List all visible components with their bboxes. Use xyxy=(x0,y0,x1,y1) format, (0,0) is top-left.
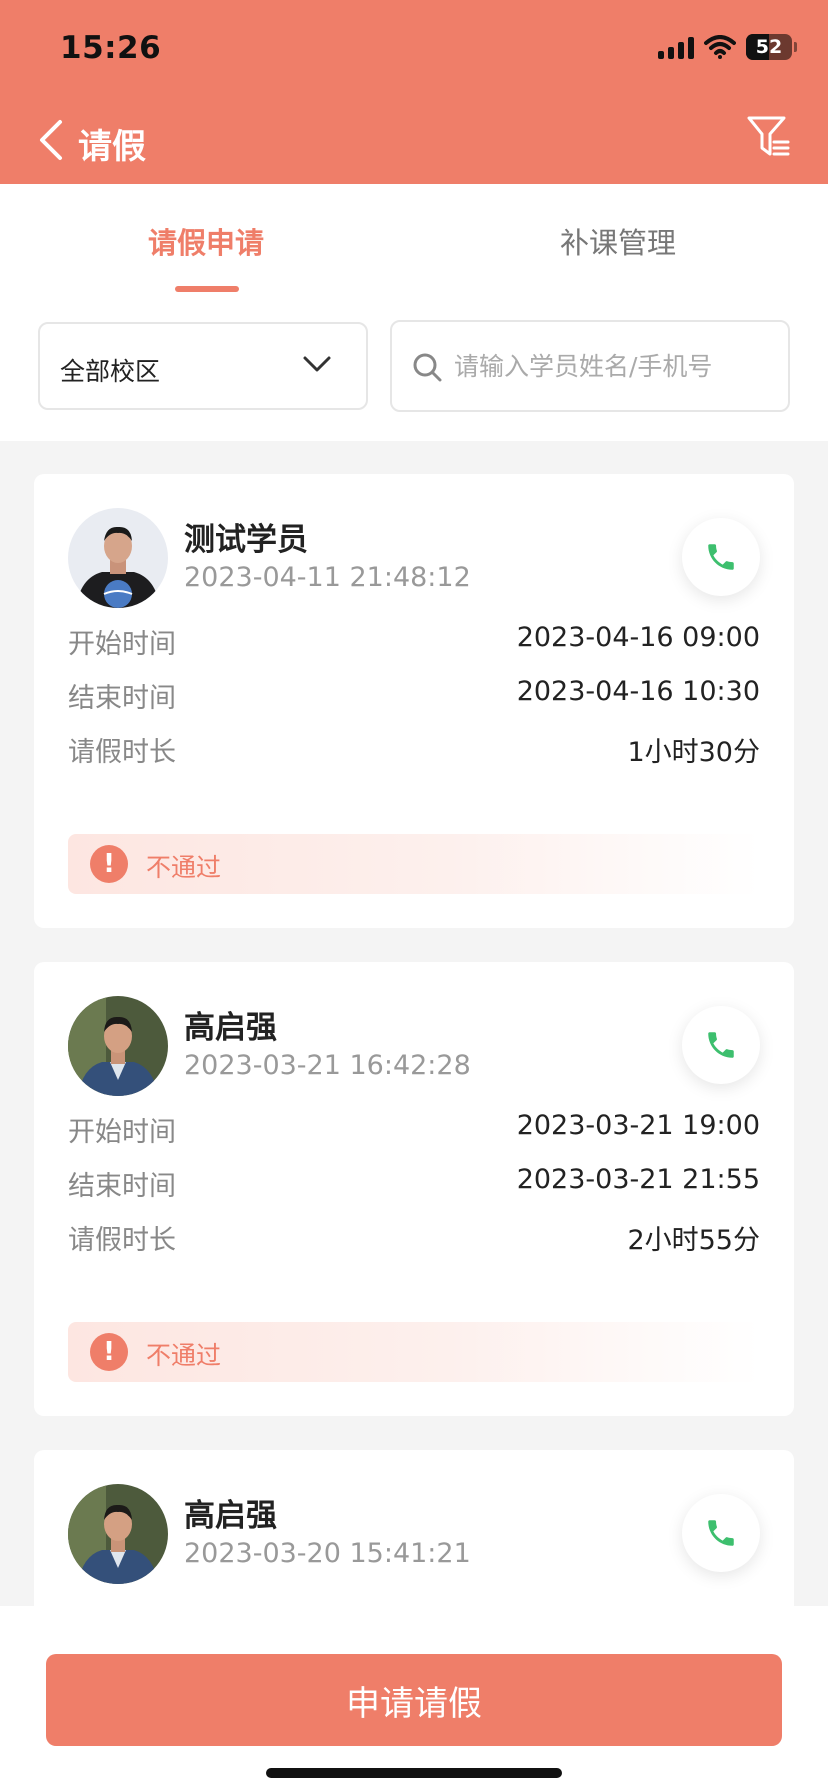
tab-leave-application[interactable]: 请假申请 xyxy=(148,220,264,262)
start-time-value: 2023-04-16 09:00 xyxy=(516,622,760,653)
filter-row: 全部校区 xyxy=(0,294,828,441)
phone-icon xyxy=(708,544,734,570)
page-title: 请假 xyxy=(78,127,146,167)
call-button[interactable] xyxy=(682,1006,760,1084)
end-time-row: 结束时间 2023-04-16 10:30 xyxy=(68,676,760,716)
tab-makeup-management[interactable]: 补课管理 xyxy=(560,220,676,262)
status-time: 15:26 xyxy=(60,30,162,66)
header: 15:26 52 请假 xyxy=(0,0,828,184)
battery-level: 52 xyxy=(755,36,783,58)
exclamation-icon: ! xyxy=(90,1333,128,1371)
call-button[interactable] xyxy=(682,1494,760,1572)
duration-value: 1小时30分 xyxy=(627,737,760,768)
apply-leave-button[interactable]: 申请请假 xyxy=(46,1654,782,1746)
home-indicator xyxy=(266,1768,562,1778)
search-icon xyxy=(413,353,442,382)
start-time-row: 开始时间 2023-03-21 19:00 xyxy=(68,1110,760,1150)
duration-label: 请假时长 xyxy=(68,737,176,768)
status-badge: ! 不通过 xyxy=(68,1322,760,1382)
end-time-label: 结束时间 xyxy=(68,1171,176,1202)
filter-list-icon[interactable] xyxy=(746,114,790,160)
search-input[interactable] xyxy=(454,344,774,388)
phone-icon xyxy=(708,1520,734,1546)
leave-record-card[interactable]: 高启强 2023-03-21 16:42:28 开始时间 2023-03-21 … xyxy=(34,962,794,1416)
start-time-label: 开始时间 xyxy=(68,629,176,660)
campus-select-value: 全部校区 xyxy=(60,357,161,386)
status-text: 不通过 xyxy=(146,853,222,882)
tab-bar: 请假申请 补课管理 xyxy=(0,184,828,294)
duration-label: 请假时长 xyxy=(68,1225,176,1256)
submit-time: 2023-03-21 16:42:28 xyxy=(184,1050,471,1081)
active-tab-indicator xyxy=(175,286,239,292)
call-button[interactable] xyxy=(682,518,760,596)
chevron-left-icon[interactable] xyxy=(36,118,66,162)
student-name: 高启强 xyxy=(184,1010,277,1046)
search-box[interactable] xyxy=(390,320,790,412)
status-text: 不通过 xyxy=(146,1341,222,1370)
duration-row: 请假时长 2小时55分 xyxy=(68,1218,760,1258)
end-time-row: 结束时间 2023-03-21 21:55 xyxy=(68,1164,760,1204)
start-time-label: 开始时间 xyxy=(68,1117,176,1148)
chevron-down-icon xyxy=(303,356,331,372)
start-time-row: 开始时间 2023-04-16 09:00 xyxy=(68,622,760,662)
battery-icon: 52 xyxy=(746,34,797,60)
wifi-icon xyxy=(704,35,736,59)
student-name: 测试学员 xyxy=(184,522,308,558)
avatar xyxy=(68,508,168,608)
exclamation-icon: ! xyxy=(90,845,128,883)
duration-value: 2小时55分 xyxy=(627,1225,760,1256)
phone-icon xyxy=(708,1032,734,1058)
campus-select[interactable]: 全部校区 xyxy=(38,322,368,410)
submit-time: 2023-04-11 21:48:12 xyxy=(184,562,471,593)
student-name: 高启强 xyxy=(184,1498,277,1534)
submit-time: 2023-03-20 15:41:21 xyxy=(184,1538,471,1569)
leave-record-card[interactable]: 测试学员 2023-04-11 21:48:12 开始时间 2023-04-16… xyxy=(34,474,794,928)
avatar xyxy=(68,996,168,1096)
bottom-action-bar: 申请请假 xyxy=(0,1606,828,1792)
end-time-value: 2023-04-16 10:30 xyxy=(516,676,760,707)
leave-page: 15:26 52 请假 请假申请 补课管理 全部校区 请输入学员姓名/手机号 测… xyxy=(0,0,828,1792)
end-time-value: 2023-03-21 21:55 xyxy=(516,1164,760,1195)
end-time-label: 结束时间 xyxy=(68,683,176,714)
duration-row: 请假时长 1小时30分 xyxy=(68,730,760,770)
status-icons: 52 xyxy=(658,34,797,60)
start-time-value: 2023-03-21 19:00 xyxy=(516,1110,760,1141)
cellular-signal-icon xyxy=(658,35,694,59)
avatar xyxy=(68,1484,168,1584)
status-badge: ! 不通过 xyxy=(68,834,760,894)
